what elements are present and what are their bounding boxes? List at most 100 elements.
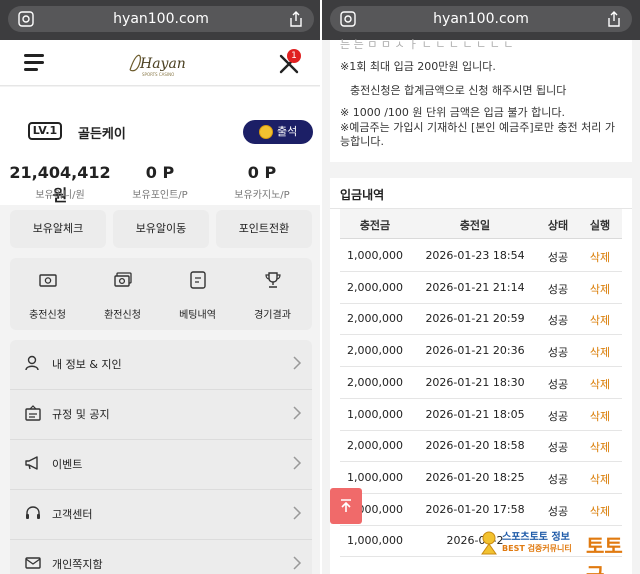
delete-link[interactable]: 삭제 — [578, 439, 622, 455]
table-cell-amount: 2,000,000 — [347, 312, 403, 326]
table-cell-date: 2026-01-20 18:25 — [425, 470, 525, 484]
column-header: 실행 — [589, 219, 611, 232]
balance-move-button[interactable]: 보유알이동 — [113, 210, 209, 248]
table-row: 2,000,000 2026-01-21 21:14 성공 삭제 — [340, 272, 622, 304]
scroll-to-top-button[interactable] — [330, 488, 362, 524]
notification-badge: 1 — [287, 49, 301, 63]
menu-events[interactable]: 이벤트 — [10, 440, 312, 490]
notice-line: ※ 1000 /100 원 단위 금액은 입금 불가 합니다. — [340, 106, 565, 119]
share-icon[interactable] — [288, 11, 304, 27]
table-cell-date: 2026-01-20 17:58 — [425, 502, 525, 516]
casino-point-label: 보유카지노/P — [234, 190, 290, 201]
chevron-right-icon — [293, 356, 302, 370]
delete-link[interactable]: 삭제 — [578, 471, 622, 487]
table-row: 2,000,000 2026-01-21 20:59 성공 삭제 — [340, 303, 622, 336]
headset-icon — [26, 506, 40, 519]
betting-history-icon — [190, 271, 206, 289]
table-cell-status: 성공 — [547, 441, 569, 455]
table-cell-status: 성공 — [547, 472, 569, 486]
history-title: 입금내역 — [340, 188, 385, 202]
arrow-up-icon — [341, 499, 351, 512]
table-cell-date: 2026-01-21 21:14 — [425, 280, 525, 294]
url-text[interactable]: hyan100.com — [330, 11, 632, 27]
share-icon[interactable] — [606, 11, 622, 27]
table-cell-status: 성공 — [547, 282, 569, 296]
table-cell-amount: 2,000,000 — [347, 439, 403, 453]
site-logo[interactable]: Hayan SPORTS CASINO — [126, 48, 196, 78]
withdraw-icon — [114, 272, 132, 287]
table-cell-amount: 2,000,000 — [347, 280, 403, 294]
table-cell-date: 2026-01-20 18:58 — [425, 439, 525, 453]
notice-line: 능합니다. — [340, 135, 384, 148]
delete-link[interactable]: 삭제 — [578, 249, 622, 265]
trophy-icon — [265, 272, 281, 288]
table-row: 1,000,000 2026-01-21 18:05 성공 삭제 — [340, 399, 622, 431]
mascot-icon — [481, 531, 497, 555]
quick-menu: 충전신청 환전신청 베팅내역 경기결과 — [10, 258, 312, 330]
coin-icon — [259, 125, 273, 139]
delete-link[interactable]: 삭제 — [578, 312, 622, 328]
casino-point-value: 0 P — [247, 163, 277, 182]
table-cell-amount: 1,000,000 — [347, 534, 403, 548]
column-header: 충전금 — [359, 219, 391, 232]
browser-address-bar: hyan100.com — [0, 0, 322, 40]
watermark-logo: 스포츠토토 정보 BEST 검증커뮤니티 토토군 — [474, 524, 634, 574]
notice-board-icon — [25, 405, 41, 421]
svg-text:Hayan: Hayan — [139, 56, 186, 72]
menu-my-info[interactable]: 내 정보 & 지인 — [10, 340, 312, 390]
table-row: 1,000,000 2026-01-20 17:58 성공 삭제 — [340, 494, 622, 526]
delete-link[interactable]: 삭제 — [578, 344, 622, 360]
url-text[interactable]: hyan100.com — [8, 11, 314, 27]
chevron-right-icon — [293, 456, 302, 470]
mail-icon — [25, 557, 41, 569]
table-cell-status: 성공 — [547, 409, 569, 423]
match-results-item[interactable]: 경기결과 — [235, 258, 310, 330]
attendance-button[interactable]: 출석 — [243, 120, 313, 144]
table-cell-amount: 1,000,000 — [347, 249, 403, 262]
hamburger-menu-icon[interactable] — [24, 54, 44, 72]
table-cell-amount: 1,000,000 — [347, 407, 403, 421]
table-row: 1,000,000 2026-01-23 18:54 성공 삭제 — [340, 240, 622, 272]
deposit-request-item[interactable]: 충전신청 — [10, 258, 85, 330]
table-cell-amount: 1,000,000 — [347, 470, 403, 484]
withdraw-request-item[interactable]: 환전신청 — [85, 258, 160, 330]
table-cell-status: 성공 — [547, 251, 569, 264]
point-value: 0 P — [145, 163, 175, 182]
browser-address-bar: hyan100.com — [322, 0, 640, 40]
account-menu-list: 내 정보 & 지인 규정 및 공지 이벤트 고객센터 개인쪽지함 — [10, 340, 312, 574]
chevron-right-icon — [293, 506, 302, 520]
username: 골든케이 — [78, 127, 126, 142]
delete-link[interactable]: 삭제 — [578, 376, 622, 392]
point-convert-button[interactable]: 포인트전환 — [216, 210, 312, 248]
url-pill[interactable]: hyan100.com — [8, 6, 314, 32]
svg-text:SPORTS CASINO: SPORTS CASINO — [142, 72, 174, 77]
notice-line: 충전신청은 합계금액으로 신청 해주시면 됩니다 — [350, 84, 567, 97]
notice-line: ※1회 최대 입금 200만원 입니다. — [340, 60, 496, 73]
chevron-right-icon — [293, 556, 302, 570]
column-header: 상태 — [547, 219, 569, 232]
table-row: 2,000,000 2026-01-21 20:36 성공 삭제 — [340, 335, 622, 368]
url-pill[interactable]: hyan100.com — [330, 6, 632, 32]
chevron-right-icon — [293, 406, 302, 420]
notice-line-cut: 는 는 ㅁ ㅁ ㅅ ㅏ ㄴ ㄴ ㄴ ㄴ ㄴ ㄴ ㄴ — [340, 38, 514, 51]
menu-rules-notice[interactable]: 규정 및 공지 — [10, 390, 312, 440]
delete-link[interactable]: 삭제 — [578, 408, 622, 424]
table-cell-date: 2026-01-21 20:59 — [425, 312, 525, 326]
table-cell-amount: 2,000,000 — [347, 375, 403, 389]
table-cell-status: 성공 — [547, 504, 569, 518]
menu-customer-center[interactable]: 고객센터 — [10, 490, 312, 540]
deposit-history: 입금내역 충전금 충전일 상태 실행 1,000,000 2026-01-23 1… — [330, 178, 632, 574]
table-cell-status: 성공 — [547, 377, 569, 391]
delete-link[interactable]: 삭제 — [578, 503, 622, 519]
balance-check-button[interactable]: 보유알체크 — [10, 210, 106, 248]
table-row: 1,000,000 2026-01-20 18:25 성공 삭제 — [340, 462, 622, 494]
money-label: 보유머니/원 — [35, 190, 85, 201]
table-cell-date: 2026-01-21 18:05 — [425, 407, 525, 421]
column-header: 충전일 — [459, 219, 491, 232]
left-screen: hyan100.com Hayan SPORTS CASINO 1 LV.1 골… — [0, 0, 322, 574]
betting-history-item[interactable]: 베팅내역 — [160, 258, 235, 330]
menu-messages[interactable]: 개인쪽지함 — [10, 540, 312, 574]
table-cell-status: 성공 — [547, 346, 569, 360]
delete-link[interactable]: 삭제 — [578, 281, 622, 297]
table-cell-date: 2026-01-23 18:54 — [425, 249, 525, 262]
